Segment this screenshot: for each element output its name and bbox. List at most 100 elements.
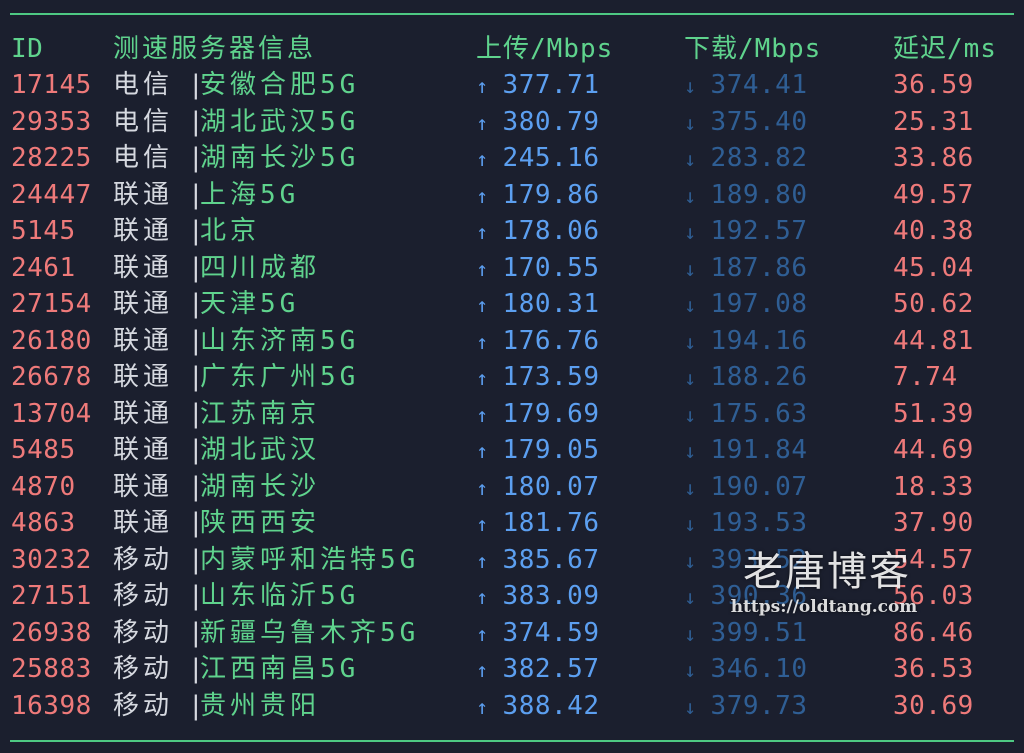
latency-value: 33.86 <box>893 143 974 173</box>
arrow-down-icon: ↓ <box>684 694 697 719</box>
download-value: 375.40 <box>710 106 808 137</box>
latency-value: 36.53 <box>893 654 974 684</box>
download-speed: ↓ 197.08 <box>684 286 807 323</box>
table-row: 27154 联通 | 天津5G ↑ 180.31 ↓ 197.08 50.62 <box>0 286 1024 322</box>
latency-value: 51.39 <box>893 398 974 429</box>
upload-value: 179.05 <box>502 435 600 465</box>
arrow-up-icon: ↑ <box>476 147 489 171</box>
server-location: 安徽合肥5G <box>200 70 360 100</box>
download-speed: ↓ 194.16 <box>684 323 807 360</box>
server-location: 湖北武汉5G <box>200 106 360 137</box>
download-value: 197.08 <box>710 289 808 319</box>
latency-value: 44.81 <box>893 325 974 356</box>
server-location: 新疆乌鲁木齐5G <box>200 617 420 648</box>
download-value: 189.80 <box>710 179 808 210</box>
upload-speed: ↑ 179.69 <box>476 396 599 433</box>
arrow-up-icon: ↑ <box>476 220 489 244</box>
download-value: 193.53 <box>710 508 808 538</box>
download-speed: ↓ 374.41 <box>684 67 807 104</box>
top-divider <box>10 13 1014 15</box>
upload-speed: ↑ 180.31 <box>476 286 599 323</box>
arrow-down-icon: ↓ <box>684 366 697 390</box>
server-id: 25883 <box>11 654 92 684</box>
server-id: 5485 <box>11 435 76 465</box>
upload-speed: ↑ 377.71 <box>476 67 599 104</box>
download-speed: ↓ 189.80 <box>684 177 807 214</box>
isp-name: 联通 <box>113 362 174 392</box>
server-id: 27151 <box>11 581 92 611</box>
latency-value: 40.38 <box>893 216 974 246</box>
latency-value: 54.57 <box>893 544 974 575</box>
download-speed: ↓ 283.82 <box>684 140 807 177</box>
isp-name: 联通 <box>113 216 174 246</box>
latency-value: 49.57 <box>893 179 974 210</box>
arrow-up-icon: ↑ <box>476 366 489 390</box>
download-value: 175.63 <box>710 398 808 429</box>
upload-speed: ↑ 178.06 <box>476 213 599 250</box>
upload-speed: ↑ 388.42 <box>476 688 599 725</box>
isp-name: 移动 <box>113 690 174 721</box>
latency-value: 50.62 <box>893 289 974 319</box>
header-node: 测速服务器信息 <box>113 34 317 64</box>
upload-speed: ↑ 245.16 <box>476 140 599 177</box>
upload-value: 179.86 <box>502 179 600 210</box>
header-id: ID <box>11 34 44 64</box>
server-id: 27154 <box>11 289 92 319</box>
download-speed: ↓ 188.26 <box>684 359 807 396</box>
server-id: 24447 <box>11 179 92 210</box>
arrow-up-icon: ↑ <box>476 74 489 98</box>
isp-name: 联通 <box>113 179 174 210</box>
upload-speed: ↑ 380.79 <box>476 104 599 141</box>
download-speed: ↓ 390.36 <box>684 578 807 615</box>
bottom-divider <box>10 740 1014 742</box>
terminal-window: ID 测速服务器信息 上传/Mbps 下载/Mbps 延迟/ms 17145 电信… <box>0 0 1024 753</box>
latency-value: 25.31 <box>893 106 974 137</box>
table-row: 2461 联通 | 四川成都 ↑ 170.55 ↓ 187.86 45.04 <box>0 250 1024 286</box>
isp-name: 联通 <box>113 289 174 319</box>
arrow-up-icon: ↑ <box>476 293 489 317</box>
server-location: 湖北武汉 <box>200 435 321 465</box>
table-row: 27151 移动 | 山东临沂5G ↑ 383.09 ↓ 390.36 56.03 <box>0 578 1024 614</box>
upload-speed: ↑ 181.76 <box>476 505 599 542</box>
arrow-up-icon: ↑ <box>476 658 489 682</box>
server-location: 湖南长沙 <box>200 471 321 502</box>
download-speed: ↓ 175.63 <box>684 396 807 433</box>
table-row: 16398 移动 | 贵州贵阳 ↑ 388.42 ↓ 379.73 30.69 <box>0 688 1024 724</box>
arrow-down-icon: ↓ <box>684 585 697 609</box>
latency-value: 44.69 <box>893 435 974 465</box>
table-row: 24447 联通 | 上海5G ↑ 179.86 ↓ 189.80 49.57 <box>0 177 1024 213</box>
download-speed: ↓ 375.40 <box>684 104 807 141</box>
header-upload: 上传/Mbps <box>476 34 614 64</box>
upload-speed: ↑ 179.86 <box>476 177 599 214</box>
upload-speed: ↑ 374.59 <box>476 615 599 652</box>
download-value: 379.73 <box>710 690 808 721</box>
isp-name: 移动 <box>113 544 174 575</box>
server-id: 17145 <box>11 70 92 100</box>
upload-speed: ↑ 173.59 <box>476 359 599 396</box>
latency-value: 36.59 <box>893 70 974 100</box>
download-speed: ↓ 393.52 <box>684 542 807 579</box>
arrow-down-icon: ↓ <box>684 293 697 317</box>
isp-name: 移动 <box>113 581 174 611</box>
download-value: 399.51 <box>710 617 808 648</box>
server-id: 29353 <box>11 106 92 137</box>
upload-speed: ↑ 383.09 <box>476 578 599 615</box>
latency-value: 86.46 <box>893 617 974 648</box>
table-row: 26678 联通 | 广东广州5G ↑ 173.59 ↓ 188.26 7.74 <box>0 359 1024 395</box>
download-value: 390.36 <box>710 581 808 611</box>
server-id: 4870 <box>11 471 76 502</box>
upload-value: 181.76 <box>502 508 600 538</box>
server-location: 四川成都 <box>200 252 321 283</box>
arrow-down-icon: ↓ <box>684 475 697 500</box>
server-id: 13704 <box>11 398 92 429</box>
server-location: 天津5G <box>200 289 300 319</box>
upload-value: 388.42 <box>502 690 600 721</box>
server-location: 贵州贵阳 <box>200 690 321 721</box>
table-row: 26938 移动 | 新疆乌鲁木齐5G ↑ 374.59 ↓ 399.51 86.46 <box>0 615 1024 651</box>
table-row: 26180 联通 | 山东济南5G ↑ 176.76 ↓ 194.16 44.81 <box>0 323 1024 359</box>
download-value: 192.57 <box>710 216 808 246</box>
server-location: 江苏南京 <box>200 398 321 429</box>
upload-speed: ↑ 176.76 <box>476 323 599 360</box>
server-location: 山东济南5G <box>200 325 360 356</box>
table-row: 4863 联通 | 陕西西安 ↑ 181.76 ↓ 193.53 37.90 <box>0 505 1024 541</box>
